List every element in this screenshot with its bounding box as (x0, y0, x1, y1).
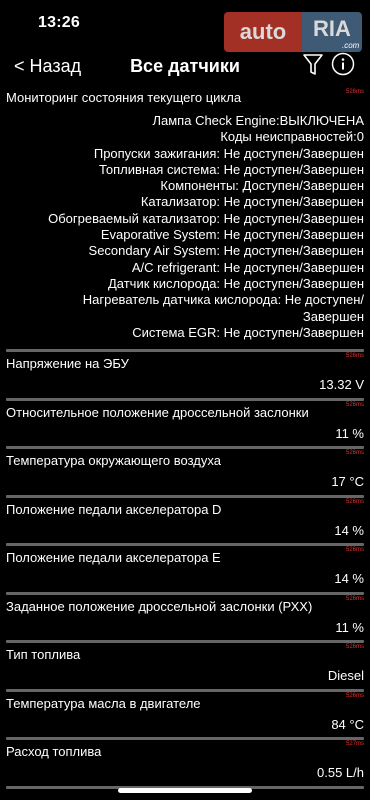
monitor-line: Evaporative System: Не доступен/Завершен (100, 227, 364, 243)
sensor-row[interactable]: Положение педали акселератора E 526ms 14… (6, 546, 364, 592)
monitor-line: Компоненты: Доступен/Завершен (160, 178, 364, 194)
sensor-row[interactable]: Напряжение на ЭБУ 526ms 13.32 V (6, 352, 364, 398)
sensor-row[interactable]: Расход топлива 527ms 0.55 L/h (6, 740, 364, 786)
monitor-lines: Лампа Check Engine:ВЫКЛЮЧЕНА Коды неиспр… (6, 106, 364, 349)
sensor-timing: 526ms (345, 547, 364, 554)
sensor-timing: 526ms (345, 644, 364, 651)
sensor-row[interactable]: Относительное положение дроссельной засл… (6, 401, 364, 447)
sensor-timing: 527ms (345, 741, 364, 748)
sensor-row[interactable]: Температура окружающего воздуха 526ms 17… (6, 449, 364, 495)
sensor-timing: 526ms (345, 498, 364, 505)
sensor-row[interactable]: Положение педали акселератора D 526ms 14… (6, 498, 364, 544)
sensor-list[interactable]: Мониторинг состояния текущего цикла 526m… (0, 88, 370, 789)
sensor-timing: 526ms (345, 401, 364, 408)
nav-bar: < Назад Все датчики (0, 46, 370, 88)
sensor-label: Расход топлива (6, 744, 102, 760)
sensor-label: Температура окружающего воздуха (6, 453, 221, 469)
sensor-label: Заданное положение дроссельной заслонки … (6, 598, 313, 614)
monitor-section[interactable]: Мониторинг состояния текущего цикла 526m… (6, 88, 364, 349)
sensor-value: 14 % (334, 571, 364, 587)
sensor-value: 17 °C (331, 474, 364, 490)
monitor-line: Secondary Air System: Не доступен/Заверш… (88, 243, 364, 259)
monitor-line: Нагреватель датчика кислорода: Не доступ… (82, 292, 364, 308)
sensor-value: 84 °C (331, 716, 364, 732)
sensor-timing: 526ms (345, 692, 364, 699)
monitor-line: Завершен (302, 308, 364, 324)
sensor-row[interactable]: Заданное положение дроссельной заслонки … (6, 595, 364, 641)
sensor-label: Относительное положение дроссельной засл… (6, 404, 309, 420)
sensor-timing: 526ms (345, 450, 364, 457)
filter-icon[interactable] (302, 52, 324, 78)
sensor-value: 0.55 L/h (317, 765, 364, 781)
sensor-label: Напряжение на ЭБУ (6, 356, 129, 372)
sensor-label: Положение педали акселератора D (6, 501, 222, 517)
monitor-line: Система EGR: Не доступен/Завершен (132, 324, 364, 340)
monitor-line: Коды неисправностей:0 (220, 129, 364, 145)
sensor-timing: 526ms (345, 353, 364, 360)
sensor-value: Diesel (327, 668, 364, 684)
monitor-line: Датчик кислорода: Не доступен/Завершен (107, 275, 364, 291)
sensor-row[interactable]: Температура масла в двигателе 526ms 84 °… (6, 692, 364, 738)
sensor-value: 11 % (335, 619, 364, 635)
monitor-line: Лампа Check Engine:ВЫКЛЮЧЕНА (152, 113, 364, 128)
sensor-row[interactable]: Тип топлива 526ms Diesel (6, 643, 364, 689)
sensor-label: Температура масла в двигателе (6, 695, 201, 711)
monitor-line: A/C refrigerant: Не доступен/Завершен (131, 259, 364, 275)
monitor-line: Пропуски зажигания: Не доступен/Завершен (93, 145, 364, 161)
info-icon[interactable] (331, 52, 355, 76)
monitor-title: Мониторинг состояния текущего цикла (6, 90, 242, 105)
monitor-line: Обогреваемый катализатор: Не доступен/За… (48, 210, 364, 226)
monitor-line: Топливная система: Не доступен/Завершен (98, 161, 364, 177)
sensor-label: Положение педали акселератора E (6, 550, 221, 566)
status-time: 13:26 (38, 14, 80, 31)
sensor-value: 13.32 V (319, 377, 364, 393)
sensor-label: Тип топлива (6, 647, 81, 663)
sensor-value: 14 % (334, 522, 364, 538)
monitor-timing: 526ms (345, 89, 364, 95)
monitor-line: Катализатор: Не доступен/Завершен (140, 194, 364, 210)
sensor-timing: 526ms (345, 595, 364, 602)
back-button[interactable]: < Назад (14, 56, 81, 77)
home-indicator[interactable] (118, 788, 252, 793)
sensor-value: 11 % (335, 425, 364, 441)
